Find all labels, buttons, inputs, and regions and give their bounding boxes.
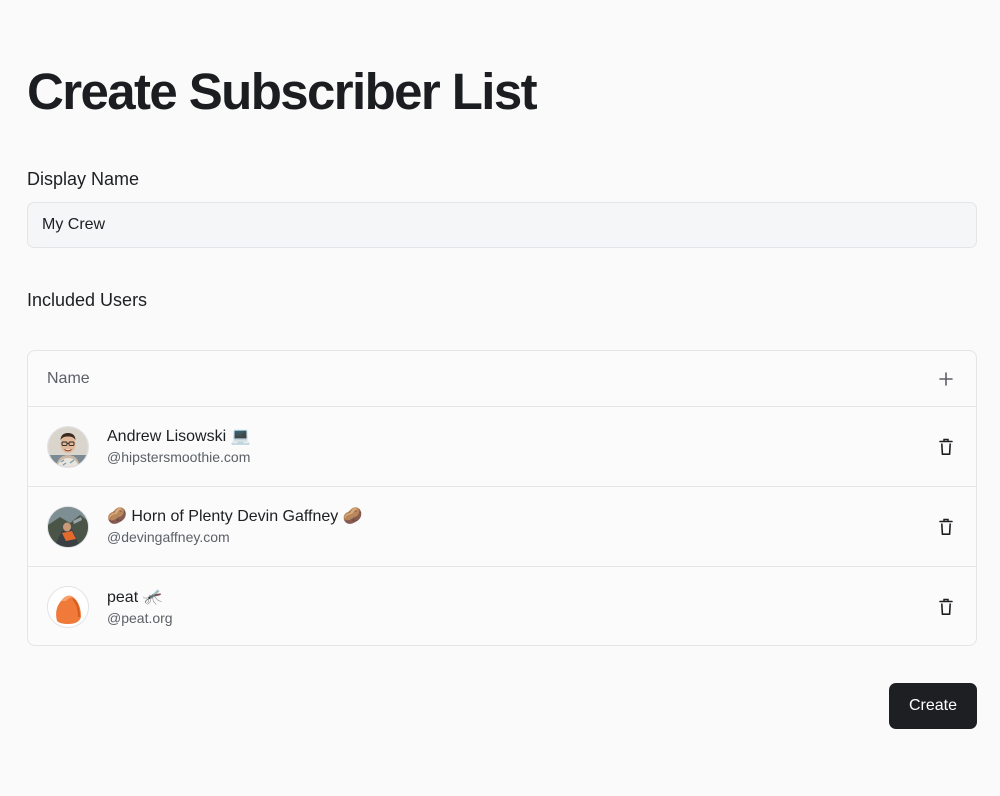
user-handle: @hipstersmoothie.com [107, 449, 251, 465]
plus-icon[interactable] [934, 367, 958, 391]
user-info: 🥔 Horn of Plenty Devin Gaffney 🥔 @deving… [107, 507, 934, 546]
create-button[interactable]: Create [889, 683, 977, 729]
table-row: 🥔 Horn of Plenty Devin Gaffney 🥔 @deving… [28, 487, 976, 567]
trash-icon[interactable] [934, 435, 958, 459]
create-subscriber-list-page: Create Subscriber List Display Name Incl… [0, 0, 1000, 796]
user-name: Andrew Lisowski 💻 [107, 428, 251, 445]
user-name: peat 🦟 [107, 588, 163, 606]
table-row: peat 🦟 @peat.org [28, 567, 976, 645]
user-info: peat 🦟 @peat.org [107, 588, 934, 627]
avatar [47, 505, 89, 548]
trash-icon[interactable] [934, 595, 958, 619]
user-name: 🥔 Horn of Plenty Devin Gaffney 🥔 [107, 508, 363, 525]
trash-icon[interactable] [934, 515, 958, 539]
display-name-label: Display Name [27, 169, 140, 189]
avatar [47, 586, 89, 628]
user-info: Andrew Lisowski 💻 @hipstersmoothie.com [107, 427, 934, 466]
user-handle: @peat.org [107, 609, 173, 626]
user-handle: @devingaffney.com [107, 529, 230, 545]
column-header-name: Name [47, 369, 90, 387]
included-users-label: Included Users [27, 290, 148, 310]
avatar [47, 425, 89, 468]
included-users-table: Name Andrew Lisowski 💻 @hipstersmoothie.… [27, 350, 977, 646]
table-header: Name [28, 351, 976, 407]
page-title: Create Subscriber List [27, 63, 538, 120]
table-row: Andrew Lisowski 💻 @hipstersmoothie.com [28, 407, 976, 487]
display-name-input[interactable] [27, 202, 977, 248]
